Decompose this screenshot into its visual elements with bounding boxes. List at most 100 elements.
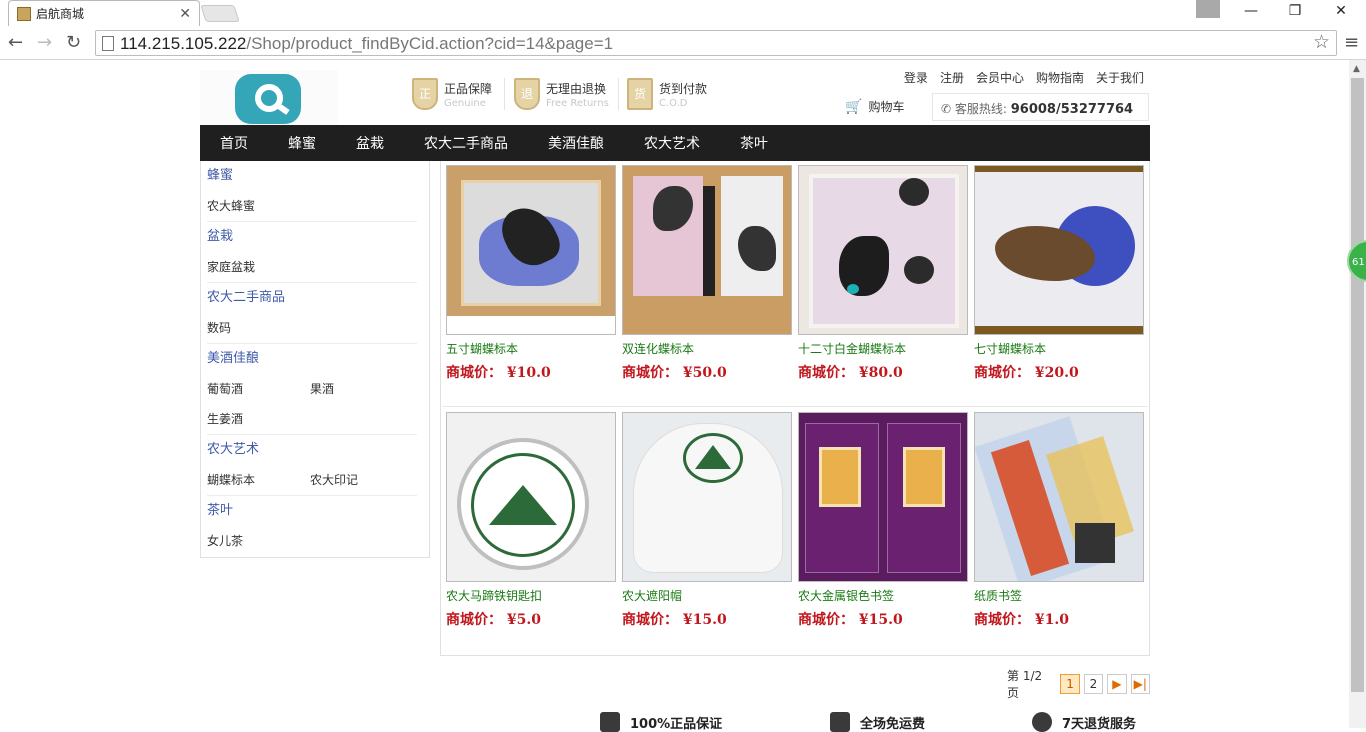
category-title[interactable]: 农大二手商品 [207,283,423,313]
tab-close-icon[interactable]: ✕ [179,6,191,22]
category-group: 农大艺术 蝴蝶标本 农大印记 [201,435,429,496]
member-center-link[interactable]: 会员中心 [976,69,1024,86]
top-links: 登录 注册 会员中心 购物指南 关于我们 [904,69,1144,86]
hotline-box: ✆ 客服热线: 96008/53277764 [932,93,1149,121]
product-image[interactable] [622,412,792,582]
promise-returns: 退 无理由退换 Free Returns [514,76,609,112]
price-label: 商城价： [798,365,854,381]
product-name[interactable]: 农大金属银色书签 [798,587,968,605]
subcategory-link[interactable]: 农大印记 [310,465,413,495]
about-us-link[interactable]: 关于我们 [1096,69,1144,86]
page-scrollbar[interactable]: ▲ [1349,60,1366,728]
product-price: 商城价： ¥10.0 [446,362,616,382]
category-title[interactable]: 盆栽 [207,222,423,252]
product-image[interactable] [446,165,616,335]
subcategory-link[interactable]: 生姜酒 [207,404,310,434]
back-icon[interactable]: ← [8,32,23,53]
product-image[interactable] [798,412,968,582]
subcategory-link[interactable]: 葡萄酒 [207,374,310,404]
scroll-up-icon[interactable]: ▲ [1353,64,1360,74]
price-value: ¥15.0 [682,612,727,628]
price-value: ¥10.0 [506,365,551,381]
product-name[interactable]: 五寸蝴蝶标本 [446,340,616,358]
nav-tea[interactable]: 茶叶 [720,133,788,153]
promise-subtitle: C.O.D [659,97,688,109]
url-text[interactable]: 114.215.105.222/Shop/product_findByCid.a… [120,34,613,54]
category-sidebar: 蜂蜜 农大蜂蜜 盆栽 家庭盆栽 农大二手商品 数码 美酒佳酿 葡萄酒 果酒 生姜… [200,161,430,558]
page-1-button[interactable]: 1 [1060,674,1080,694]
bookmark-star-icon[interactable]: ☆ [1313,31,1330,53]
footer-returns: 7天退货服务 [1032,712,1136,732]
promise-cod: 货 货到付款 C.O.D [627,76,707,112]
category-title[interactable]: 美酒佳酿 [207,344,423,374]
category-title[interactable]: 茶叶 [207,496,423,526]
browser-menu-icon[interactable]: ≡ [1344,32,1359,53]
next-page-icon[interactable]: ▶ [1107,674,1127,694]
login-link[interactable]: 登录 [904,69,928,86]
nav-secondhand[interactable]: 农大二手商品 [404,133,528,153]
product-name[interactable]: 农大马蹄铁钥匙扣 [446,587,616,605]
scrollbar-thumb[interactable] [1351,78,1364,692]
last-page-icon[interactable]: ▶| [1130,674,1150,694]
product-name[interactable]: 七寸蝴蝶标本 [974,340,1144,358]
divider [504,78,505,110]
price-value: ¥15.0 [858,612,903,628]
nav-wine[interactable]: 美酒佳酿 [528,133,624,153]
product-card[interactable]: 双连化蝶标本 商城价： ¥50.0 [622,165,792,382]
minimize-button[interactable]: — [1236,3,1266,19]
cart-icon: 🛒 [845,99,863,115]
subcategory-link[interactable]: 农大蜂蜜 [207,191,310,221]
cart-link[interactable]: 🛒 购物车 [845,98,904,115]
promise-genuine: 正 正品保障 Genuine [412,76,492,112]
subcategory-link[interactable]: 数码 [207,313,310,343]
product-card[interactable]: 十二寸白金蝴蝶标本 商城价： ¥80.0 [798,165,968,382]
product-image[interactable] [974,165,1144,335]
nav-honey[interactable]: 蜂蜜 [268,133,336,153]
promise-title: 无理由退换 [546,81,607,96]
close-window-button[interactable]: ✕ [1326,3,1356,19]
product-card[interactable]: 农大金属银色书签 商城价： ¥15.0 [798,412,968,629]
main-nav: 首页 蜂蜜 盆栽 农大二手商品 美酒佳酿 农大艺术 茶叶 [200,125,1150,161]
reload-icon[interactable]: ↻ [66,32,81,53]
category-title[interactable]: 农大艺术 [207,435,423,465]
price-label: 商城价： [974,365,1030,381]
restore-button[interactable]: ❐ [1280,3,1310,19]
product-image[interactable] [798,165,968,335]
subcategory-link[interactable]: 女儿茶 [207,526,310,556]
user-profile-icon[interactable] [1196,0,1220,18]
new-tab-button[interactable] [200,5,240,22]
browser-tab[interactable]: 启航商城 ✕ [8,0,200,26]
category-group: 美酒佳酿 葡萄酒 果酒 生姜酒 [201,344,429,435]
product-image[interactable] [974,412,1144,582]
subcategory-link[interactable]: 家庭盆栽 [207,252,310,282]
page-info: 第 1/2 页 [1007,669,1043,700]
address-bar[interactable]: 114.215.105.222/Shop/product_findByCid.a… [95,30,1337,56]
product-name[interactable]: 纸质书签 [974,587,1144,605]
nav-art[interactable]: 农大艺术 [624,133,720,153]
product-image[interactable] [446,412,616,582]
product-card[interactable]: 农大遮阳帽 商城价： ¥15.0 [622,412,792,629]
page-2-button[interactable]: 2 [1083,674,1104,694]
forward-icon[interactable]: → [37,32,52,53]
nav-bonsai[interactable]: 盆栽 [336,133,404,153]
subcategory-link[interactable]: 蝴蝶标本 [207,465,310,495]
product-name[interactable]: 十二寸白金蝴蝶标本 [798,340,968,358]
nav-home[interactable]: 首页 [200,133,268,153]
price-label: 商城价： [622,612,678,628]
product-card[interactable]: 纸质书签 商城价： ¥1.0 [974,412,1144,629]
product-card[interactable]: 七寸蝴蝶标本 商城价： ¥20.0 [974,165,1144,382]
url-host: 114.215.105.222 [120,34,247,53]
product-card[interactable]: 五寸蝴蝶标本 商城价： ¥10.0 [446,165,616,382]
category-group: 蜂蜜 农大蜂蜜 [201,161,429,222]
product-card[interactable]: 农大马蹄铁钥匙扣 商城价： ¥5.0 [446,412,616,629]
footer-label: 7天退货服务 [1062,716,1137,732]
shopping-guide-link[interactable]: 购物指南 [1036,69,1084,86]
product-image[interactable] [622,165,792,335]
url-path: /Shop/product_findByCid.action?cid=14&pa… [246,34,614,53]
register-link[interactable]: 注册 [940,69,964,86]
product-name[interactable]: 农大遮阳帽 [622,587,792,605]
product-name[interactable]: 双连化蝶标本 [622,340,792,358]
category-title[interactable]: 蜂蜜 [207,161,423,191]
site-logo[interactable] [200,70,338,126]
subcategory-link[interactable]: 果酒 [310,374,413,404]
